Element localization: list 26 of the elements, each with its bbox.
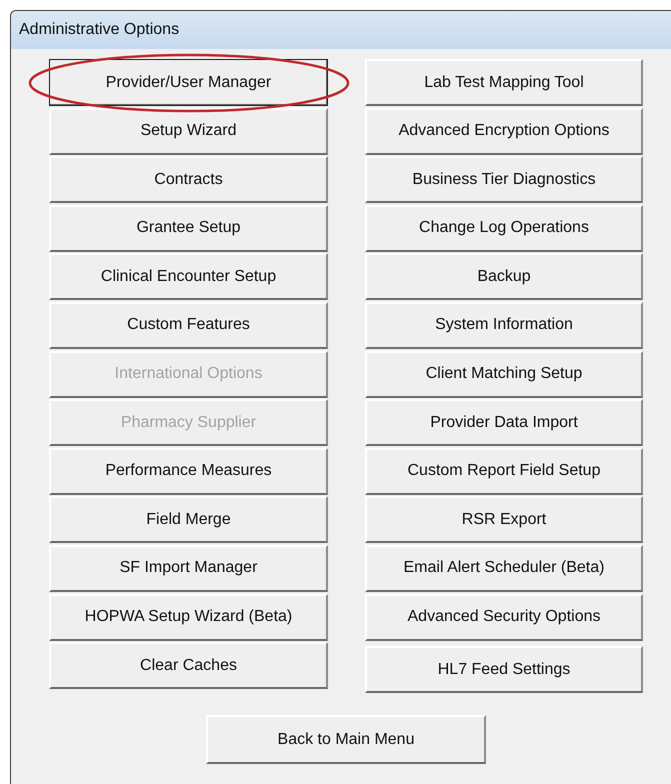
menu-button[interactable]: RSR Export bbox=[365, 496, 643, 544]
menu-button[interactable]: Backup bbox=[365, 253, 643, 300]
menu-button[interactable]: Contracts bbox=[49, 156, 328, 204]
menu-button[interactable]: Custom Report Field Setup bbox=[365, 448, 643, 495]
menu-button[interactable]: Change Log Operations bbox=[365, 204, 643, 252]
menu-button[interactable]: HOPWA Setup Wizard (Beta) bbox=[49, 594, 328, 641]
menu-button[interactable]: Grantee Setup bbox=[49, 204, 328, 252]
menu-button[interactable]: Email Alert Scheduler (Beta) bbox=[365, 544, 643, 592]
menu-button[interactable]: Advanced Encryption Options bbox=[365, 108, 643, 155]
menu-button[interactable]: Advanced Security Options bbox=[365, 594, 643, 641]
menu-button[interactable]: Client Matching Setup bbox=[365, 350, 643, 398]
menu-button[interactable]: SF Import Manager bbox=[49, 544, 328, 592]
menu-button[interactable]: System Information bbox=[365, 302, 643, 349]
menu-button[interactable]: Lab Test Mapping Tool bbox=[365, 59, 643, 106]
menu-button[interactable]: Performance Measures bbox=[49, 448, 328, 495]
window-title: Administrative Options bbox=[19, 20, 180, 40]
menu-button[interactable]: Provider Data Import bbox=[365, 399, 643, 446]
menu-button[interactable]: Setup Wizard bbox=[49, 108, 328, 155]
menu-button[interactable]: Clinical Encounter Setup bbox=[49, 253, 328, 300]
menu-button[interactable]: Field Merge bbox=[49, 496, 328, 544]
back-button[interactable]: Back to Main Menu bbox=[206, 715, 486, 764]
menu-button[interactable]: Business Tier Diagnostics bbox=[365, 156, 643, 204]
menu-button[interactable]: Custom Features bbox=[49, 302, 328, 349]
menu-button[interactable]: Clear Caches bbox=[49, 642, 328, 690]
menu-button[interactable]: Provider/User Manager bbox=[49, 59, 328, 106]
menu-button[interactable]: HL7 Feed Settings bbox=[365, 646, 643, 694]
